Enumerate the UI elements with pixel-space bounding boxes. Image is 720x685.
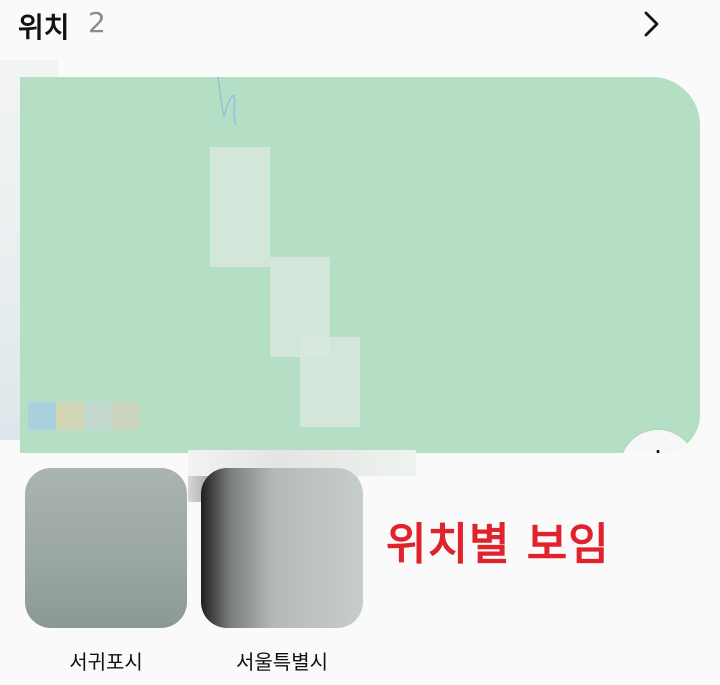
annotation-text: 위치별 보임 [386, 519, 610, 570]
map-blur-block [112, 402, 140, 430]
album-label-seoul: 서울특별시 [236, 650, 328, 674]
section-count: 2 [88, 6, 106, 39]
map-blur-block [210, 147, 270, 267]
map-river-line [217, 77, 237, 126]
location-map[interactable] [20, 77, 700, 453]
album-label-seogwipo: 서귀포시 [69, 650, 143, 674]
map-blur-block [28, 402, 56, 430]
map-blur-block [300, 337, 360, 427]
locate-target-icon [656, 450, 660, 453]
album-thumbnail-seoul[interactable] [201, 468, 363, 628]
section-title: 위치 [18, 11, 70, 44]
map-blur-block [56, 402, 84, 430]
chevron-right-icon[interactable] [640, 10, 664, 38]
section-header: 위치 2 [0, 0, 720, 56]
album-thumbnail-seogwipo[interactable] [25, 468, 187, 628]
map-blur-block [84, 402, 112, 430]
